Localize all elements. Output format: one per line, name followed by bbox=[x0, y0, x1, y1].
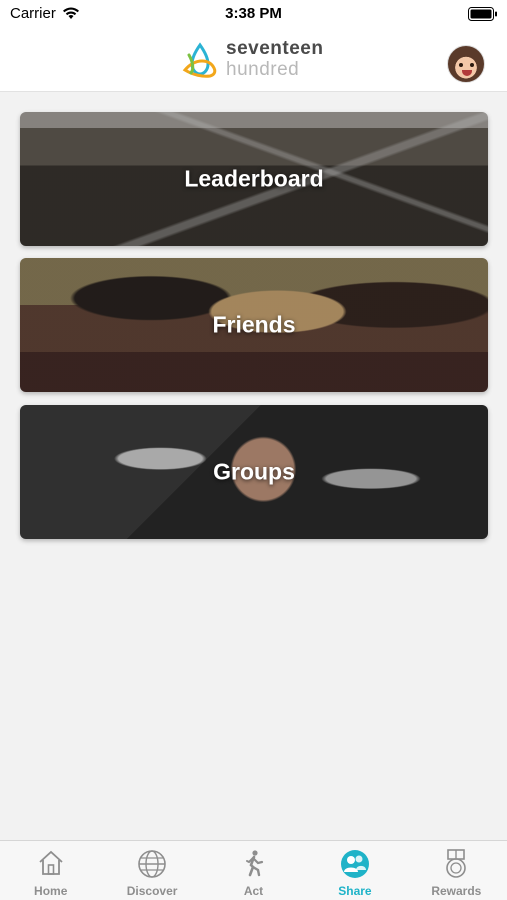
tab-home[interactable]: Home bbox=[0, 841, 101, 900]
tab-share[interactable]: Share bbox=[304, 841, 405, 900]
leaderboard-card[interactable]: Leaderboard bbox=[20, 112, 488, 246]
logo-text-bottom: hundred bbox=[226, 59, 300, 80]
tab-home-label: Home bbox=[34, 884, 68, 898]
tab-discover-label: Discover bbox=[126, 884, 178, 898]
tab-act[interactable]: Act bbox=[203, 841, 304, 900]
tab-rewards[interactable]: Rewards bbox=[406, 841, 507, 900]
tab-bar: Home Discover Act Share Rewards bbox=[0, 840, 507, 900]
logo-text-top: seventeen bbox=[226, 38, 324, 59]
walking-person-icon bbox=[245, 850, 263, 877]
groups-card[interactable]: Groups bbox=[20, 405, 488, 539]
avatar-mouth bbox=[462, 70, 472, 76]
battery-icon bbox=[468, 7, 497, 21]
tab-act-label: Act bbox=[243, 884, 264, 898]
medal-icon bbox=[446, 849, 467, 878]
groups-label: Groups bbox=[213, 458, 295, 485]
people-icon bbox=[340, 850, 369, 878]
profile-avatar[interactable] bbox=[447, 45, 485, 83]
friends-label: Friends bbox=[212, 311, 296, 338]
friends-card[interactable]: Friends bbox=[20, 258, 488, 392]
globe-icon bbox=[138, 850, 166, 878]
app-header: seventeen hundred bbox=[0, 28, 507, 92]
tab-share-label: Share bbox=[338, 884, 372, 898]
status-bar: Carrier 3:38 PM bbox=[0, 0, 507, 28]
logo-icon bbox=[182, 42, 217, 78]
leaderboard-label: Leaderboard bbox=[184, 165, 324, 192]
tab-rewards-label: Rewards bbox=[431, 884, 482, 898]
home-icon bbox=[39, 850, 63, 875]
avatar-eye-right bbox=[470, 63, 474, 67]
avatar-eye-left bbox=[459, 63, 463, 67]
tab-discover[interactable]: Discover bbox=[101, 841, 202, 900]
status-time: 3:38 PM bbox=[225, 5, 282, 22]
